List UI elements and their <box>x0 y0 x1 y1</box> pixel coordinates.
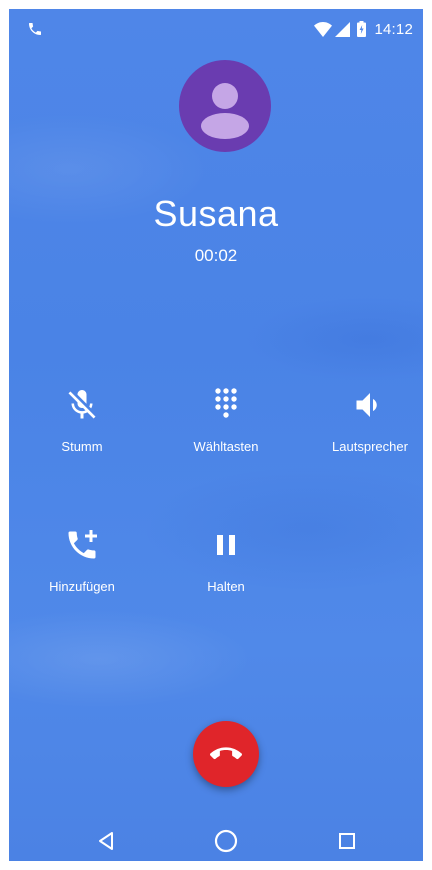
contact-avatar <box>179 60 271 152</box>
mute-button[interactable]: Stumm <box>22 387 142 454</box>
home-icon[interactable] <box>214 829 238 853</box>
ongoing-call-icon <box>27 21 43 37</box>
status-bar: 14:12 <box>9 9 423 51</box>
hold-button[interactable]: Halten <box>166 527 286 594</box>
hold-label: Halten <box>207 579 245 594</box>
dialpad-icon <box>208 387 244 423</box>
status-time: 14:12 <box>374 20 413 38</box>
caller-name: Susana <box>153 193 279 234</box>
mute-mic-icon <box>64 387 100 423</box>
add-call-label: Hinzufügen <box>49 579 115 594</box>
speaker-button[interactable]: Lautsprecher <box>310 387 423 454</box>
wifi-icon <box>314 21 333 37</box>
dialpad-button[interactable]: Wähltasten <box>166 387 286 454</box>
status-icons: 14:12 <box>314 20 413 38</box>
battery-icon <box>357 21 367 37</box>
in-call-screen: 14:12 Susana 00:02 Stumm Wähltasten Laut… <box>9 9 423 861</box>
end-call-button[interactable] <box>193 721 259 787</box>
cell-signal-icon <box>335 21 351 37</box>
pause-icon <box>208 527 244 563</box>
speaker-label: Lautsprecher <box>332 439 408 454</box>
navigation-bar <box>9 821 423 861</box>
recents-icon[interactable] <box>335 829 359 853</box>
back-icon[interactable] <box>94 829 118 853</box>
call-duration: 00:02 <box>194 246 238 265</box>
dialpad-label: Wähltasten <box>193 439 259 454</box>
add-call-icon <box>64 527 100 563</box>
mute-label: Stumm <box>61 439 103 454</box>
add-call-button[interactable]: Hinzufügen <box>22 527 142 594</box>
speaker-icon <box>352 387 388 423</box>
